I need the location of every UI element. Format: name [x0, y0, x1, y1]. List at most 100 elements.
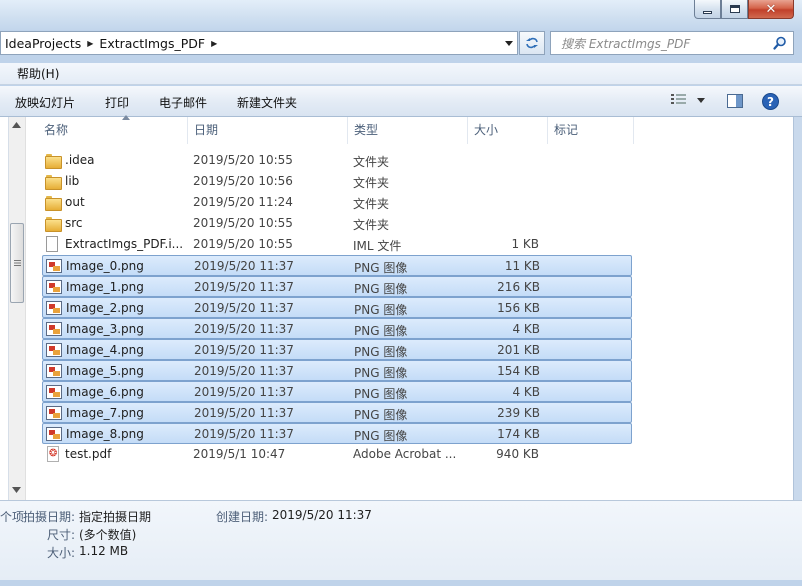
scrollbar-thumb[interactable] — [10, 223, 24, 303]
file-row[interactable]: Image_3.png 2019/5/20 11:37 PNG 图像 4 KB — [42, 318, 632, 339]
window-bottom-edge — [0, 580, 802, 586]
file-icon-cell — [45, 446, 61, 462]
change-view-button[interactable] — [671, 94, 705, 106]
file-row[interactable]: Image_2.png 2019/5/20 11:37 PNG 图像 156 KB — [42, 297, 632, 318]
file-size: 174 KB — [497, 427, 540, 441]
file-row[interactable]: Image_6.png 2019/5/20 11:37 PNG 图像 4 KB — [42, 381, 632, 402]
file-row[interactable]: Image_4.png 2019/5/20 11:37 PNG 图像 201 KB — [42, 339, 632, 360]
file-date: 2019/5/1 10:47 — [193, 447, 286, 461]
file-icon-cell — [45, 194, 62, 211]
column-header-type[interactable]: 类型 — [348, 117, 468, 144]
column-header-name[interactable]: 名称 — [38, 115, 188, 144]
file-list: 名称 日期 类型 大小 标记 .idea 2019/5/20 10:55 文件夹 li… — [26, 115, 793, 500]
command-toolbar: 放映幻灯片 打印 电子邮件 新建文件夹 ? — [0, 86, 802, 117]
menu-item-help[interactable]: 帮助(H) — [17, 65, 59, 82]
file-size: 201 KB — [497, 343, 540, 357]
file-name: test.pdf — [65, 447, 112, 461]
file-size: 1 KB — [511, 237, 539, 251]
file-date: 2019/5/20 11:37 — [194, 343, 294, 357]
search-placeholder: 搜索 ExtractImgs_PDF — [561, 36, 691, 51]
minimize-button[interactable] — [694, 0, 721, 19]
print-button[interactable]: 打印 — [105, 94, 129, 111]
file-date: 2019/5/20 11:37 — [194, 301, 294, 315]
details-pane: 个项 拍摄日期: 指定拍摄日期 创建日期: 2019/5/20 11:37 尺寸… — [0, 500, 802, 580]
file-name: Image_0.png — [66, 259, 144, 273]
file-size: 4 KB — [512, 385, 540, 399]
slideshow-button[interactable]: 放映幻灯片 — [15, 94, 75, 111]
file-date: 2019/5/20 11:37 — [194, 427, 294, 441]
file-icon-cell — [45, 236, 61, 252]
date-taken-label: 拍摄日期: — [23, 510, 76, 524]
address-history-dropdown[interactable] — [501, 32, 517, 54]
file-date: 2019/5/20 11:37 — [194, 259, 294, 273]
title-bar: ✕ — [0, 0, 802, 30]
file-type: PNG 图像 — [354, 408, 408, 422]
file-size-label: 大小: — [47, 546, 76, 560]
file-icon-cell — [46, 426, 62, 442]
file-icon-cell — [46, 321, 62, 337]
file-row[interactable]: Image_1.png 2019/5/20 11:37 PNG 图像 216 KB — [42, 276, 632, 297]
file-size: 11 KB — [504, 259, 540, 273]
file-row[interactable]: lib 2019/5/20 10:56 文件夹 — [42, 171, 632, 192]
file-row[interactable]: Image_5.png 2019/5/20 11:37 PNG 图像 154 KB — [42, 360, 632, 381]
file-icon-cell — [46, 300, 62, 316]
column-header-size[interactable]: 大小 — [468, 117, 548, 144]
file-type: PNG 图像 — [354, 366, 408, 380]
breadcrumb-chevron-icon[interactable]: ▶ — [87, 39, 93, 48]
file-type: PNG 图像 — [354, 303, 408, 317]
breadcrumb-chevron-icon[interactable]: ▶ — [211, 39, 217, 48]
scroll-down-icon[interactable] — [12, 487, 21, 493]
breadcrumb-ideaprojects[interactable]: IdeaProjects — [5, 36, 81, 51]
search-input[interactable]: 搜索 ExtractImgs_PDF — [550, 31, 794, 55]
file-date: 2019/5/20 11:37 — [194, 406, 294, 420]
chevron-down-icon — [697, 97, 705, 103]
column-headers: 名称 日期 类型 大小 标记 — [26, 115, 793, 144]
new-folder-button[interactable]: 新建文件夹 — [237, 94, 297, 111]
navigation-pane-edge — [0, 117, 9, 500]
navigation-scrollbar[interactable] — [9, 117, 26, 500]
grip-icon — [13, 260, 21, 266]
file-size: 156 KB — [497, 301, 540, 315]
file-name: Image_3.png — [66, 322, 144, 336]
help-icon[interactable]: ? — [762, 93, 779, 110]
search-icon[interactable] — [773, 36, 787, 50]
maximize-button[interactable] — [721, 0, 748, 19]
file-name: Image_1.png — [66, 280, 144, 294]
close-button[interactable]: ✕ — [748, 0, 794, 19]
file-name: Image_2.png — [66, 301, 144, 315]
view-details-icon — [671, 94, 686, 104]
file-size: 216 KB — [497, 280, 540, 294]
file-row[interactable]: Image_0.png 2019/5/20 11:37 PNG 图像 11 KB — [42, 255, 632, 276]
file-name: Image_8.png — [66, 427, 144, 441]
file-date: 2019/5/20 11:37 — [194, 385, 294, 399]
folder-icon — [45, 217, 62, 232]
image-icon — [46, 385, 62, 399]
breadcrumb-extractimgs-pdf[interactable]: ExtractImgs_PDF — [99, 36, 205, 51]
created-date-value: 2019/5/20 11:37 — [272, 508, 372, 522]
file-icon-cell — [46, 342, 62, 358]
file-row[interactable]: test.pdf 2019/5/1 10:47 Adobe Acrobat ... 9… — [42, 444, 632, 465]
file-date: 2019/5/20 11:37 — [194, 364, 294, 378]
close-icon: ✕ — [765, 1, 777, 17]
address-bar[interactable]: IdeaProjects ▶ ExtractImgs_PDF ▶ — [0, 31, 518, 55]
column-header-tags[interactable]: 标记 — [548, 117, 634, 144]
preview-pane-icon[interactable] — [727, 94, 743, 108]
file-type: 文件夹 — [353, 155, 390, 169]
file-row[interactable]: ExtractImgs_PDF.i... 2019/5/20 10:55 IML 文… — [42, 234, 632, 255]
image-icon — [46, 259, 62, 273]
refresh-button[interactable] — [519, 31, 545, 55]
file-type: 文件夹 — [353, 197, 390, 211]
email-button[interactable]: 电子邮件 — [159, 94, 207, 111]
image-icon — [46, 322, 62, 336]
file-date: 2019/5/20 11:37 — [194, 280, 294, 294]
chevron-down-icon — [505, 40, 513, 46]
file-row[interactable]: Image_8.png 2019/5/20 11:37 PNG 图像 174 KB — [42, 423, 632, 444]
file-row[interactable]: .idea 2019/5/20 10:55 文件夹 — [42, 150, 632, 171]
scroll-up-icon[interactable] — [12, 122, 21, 128]
file-row[interactable]: out 2019/5/20 11:24 文件夹 — [42, 192, 632, 213]
file-row[interactable]: src 2019/5/20 10:55 文件夹 — [42, 213, 632, 234]
date-taken-value[interactable]: 指定拍摄日期 — [79, 508, 151, 525]
column-header-date[interactable]: 日期 — [188, 117, 348, 144]
dimensions-value: (多个数值) — [79, 528, 137, 542]
file-row[interactable]: Image_7.png 2019/5/20 11:37 PNG 图像 239 KB — [42, 402, 632, 423]
